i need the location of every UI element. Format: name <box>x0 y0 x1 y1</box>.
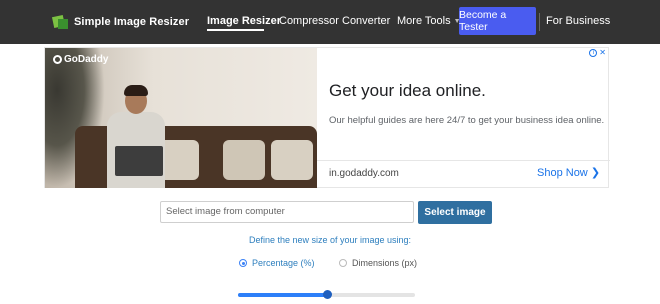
radio-percentage[interactable]: Percentage (%) <box>239 258 315 268</box>
nav-more-tools[interactable]: More Tools ▼ <box>397 15 461 27</box>
nav-divider <box>539 13 540 31</box>
brand-icon <box>51 14 69 30</box>
brand-logo[interactable]: Simple Image Resizer <box>51 12 190 32</box>
slider-thumb[interactable] <box>323 290 332 299</box>
ad-banner[interactable]: GoDaddy i ✕ Get your idea online. Our he… <box>44 47 610 188</box>
brand-name: Simple Image Resizer <box>74 16 190 28</box>
select-image-button[interactable]: Select image <box>418 201 492 224</box>
ad-photo[interactable]: GoDaddy <box>45 48 317 188</box>
ad-photo-laptop <box>115 146 163 176</box>
radio-checked-icon[interactable] <box>239 259 247 267</box>
ad-close-icon[interactable]: ✕ <box>599 48 606 57</box>
become-tester-button[interactable]: Become a Tester <box>459 7 536 35</box>
chevron-right-icon: ❯ <box>590 167 601 179</box>
radio-percentage-label: Percentage (%) <box>252 258 315 268</box>
ad-shop-now-label: Shop Now <box>537 167 588 179</box>
ad-body-text: Our helpful guides are here 24/7 to get … <box>329 115 605 126</box>
top-navbar: Simple Image Resizer Image Resizer Compr… <box>0 0 660 44</box>
godaddy-logo: GoDaddy <box>53 54 108 65</box>
nav-for-business[interactable]: For Business <box>546 15 610 27</box>
ad-photo-pillow <box>271 140 313 180</box>
ad-shop-now-link[interactable]: Shop Now ❯ <box>537 166 600 179</box>
ad-photo-pillow <box>223 140 265 180</box>
godaddy-logo-text: GoDaddy <box>64 54 109 65</box>
slider-fill <box>238 293 327 297</box>
nav-converter[interactable]: Converter <box>342 15 390 27</box>
resize-instruction: Define the new size of your image using: <box>248 235 412 245</box>
nav-more-tools-label: More Tools <box>397 15 451 27</box>
ad-domain[interactable]: in.godaddy.com <box>329 168 399 179</box>
radio-unchecked-icon[interactable] <box>339 259 347 267</box>
nav-image-resizer[interactable]: Image Resizer <box>207 15 281 27</box>
radio-dimensions-label: Dimensions (px) <box>352 258 418 268</box>
file-select-input[interactable]: Select image from computer <box>160 201 414 223</box>
ad-info-icon[interactable]: i <box>589 49 598 57</box>
ad-divider <box>317 160 610 161</box>
ad-photo-person-hair <box>124 85 148 96</box>
ad-choices[interactable]: i ✕ <box>589 48 606 57</box>
nav-active-underline <box>207 29 264 31</box>
ad-headline[interactable]: Get your idea online. <box>329 81 486 101</box>
godaddy-logo-icon <box>53 55 62 64</box>
nav-compressor[interactable]: Compressor <box>279 15 339 27</box>
resize-percentage-slider[interactable] <box>238 289 415 301</box>
radio-dimensions[interactable]: Dimensions (px) <box>339 258 417 268</box>
